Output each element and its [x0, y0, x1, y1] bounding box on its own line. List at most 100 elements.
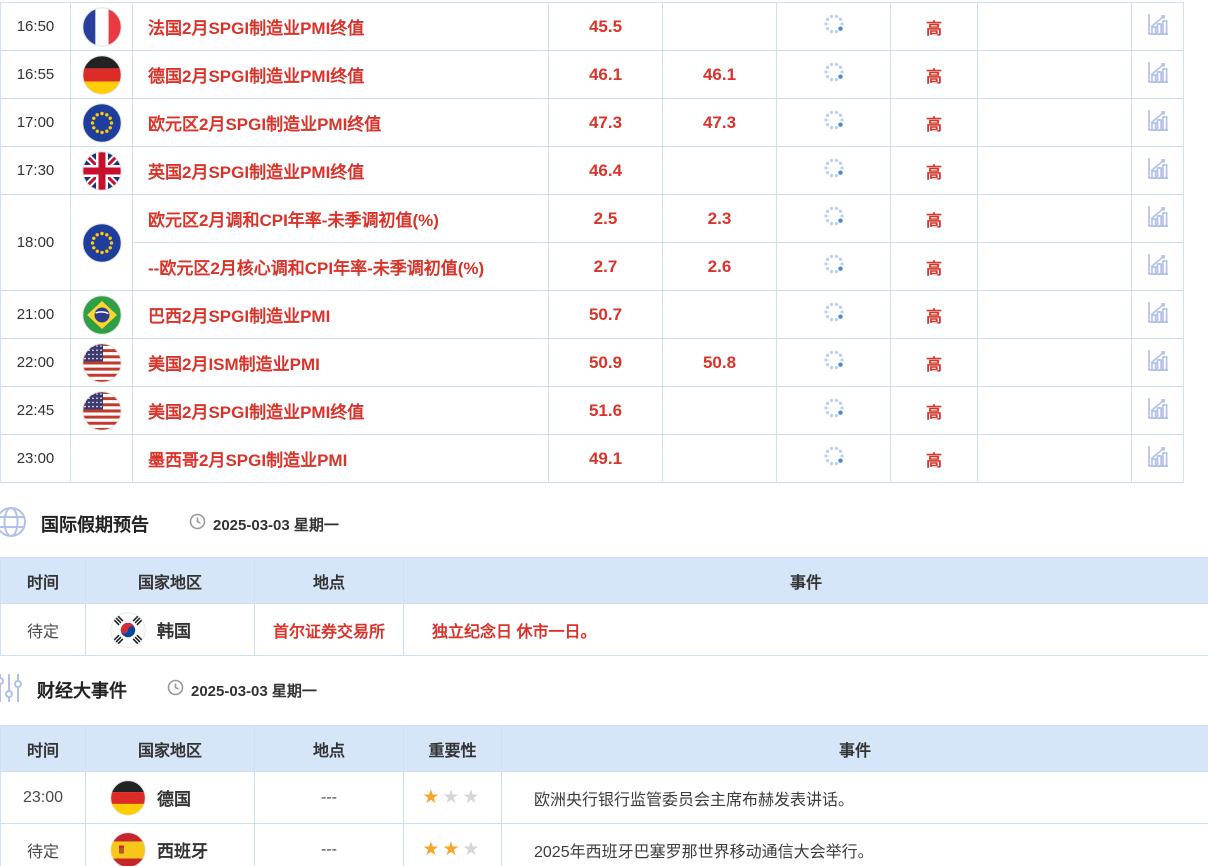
country-flag-cell: [71, 195, 133, 291]
chart-cell: [1132, 147, 1184, 195]
loading-spinner-icon: [822, 455, 846, 472]
economic-data-table: 16:50 法国2月SPGI制造业PMI终值45.5高 16:55 德国2月SP…: [0, 2, 1184, 483]
event-name-link[interactable]: 英国2月SPGI制造业PMI终值: [148, 163, 364, 182]
country-flag-cell: [71, 99, 133, 147]
event-time: 16:50: [1, 3, 71, 51]
country-flag-cell: [71, 435, 133, 483]
col-header-event: 事件: [404, 558, 1208, 604]
event-name-link[interactable]: 欧元区2月SPGI制造业PMI终值: [148, 115, 381, 134]
importance-level: 高: [891, 147, 978, 195]
col-header-time: 时间: [1, 558, 86, 604]
importance-level: 高: [891, 339, 978, 387]
economic-calendar-page: 16:50 法国2月SPGI制造业PMI终值45.5高 16:55 德国2月SP…: [0, 0, 1208, 866]
forecast-value: 2.6: [663, 243, 777, 291]
bar-chart-icon[interactable]: [1144, 395, 1171, 422]
globe-icon: [0, 504, 29, 545]
col-header-location: 地点: [255, 726, 404, 772]
chart-cell: [1132, 99, 1184, 147]
chart-cell: [1132, 291, 1184, 339]
star-icon: ★: [463, 787, 483, 808]
event-location: ---: [255, 824, 404, 866]
country-flag-cell: [71, 147, 133, 195]
country-flag-cell: [71, 339, 133, 387]
effect-cell: [978, 339, 1132, 387]
holiday-date-text: 2025-03-03 星期一: [213, 514, 339, 535]
events-date-text: 2025-03-03 星期一: [191, 680, 317, 701]
published-value-cell: [777, 195, 891, 243]
holiday-section-header: 国际假期预告 2025-03-03 星期一: [0, 502, 339, 546]
importance-level: 高: [891, 435, 978, 483]
event-name-link[interactable]: 法国2月SPGI制造业PMI终值: [148, 19, 364, 38]
effect-cell: [978, 195, 1132, 243]
forecast-value: [663, 435, 777, 483]
country-flag-cell: [71, 51, 133, 99]
event-name-cell: 墨西哥2月SPGI制造业PMI: [133, 435, 549, 483]
holiday-date: 2025-03-03 星期一: [189, 513, 339, 535]
country-flag-cell: [71, 291, 133, 339]
bar-chart-icon[interactable]: [1144, 443, 1171, 470]
holiday-time: 待定: [1, 604, 86, 656]
loading-spinner-icon: [822, 119, 846, 136]
events-table-header-row: 时间 国家地区 地点 重要性 事件: [1, 726, 1208, 772]
event-time: 17:30: [1, 147, 71, 195]
event-name-cell: 美国2月SPGI制造业PMI终值: [133, 387, 549, 435]
bar-chart-icon[interactable]: [1144, 251, 1171, 278]
col-header-event: 事件: [502, 726, 1208, 772]
holiday-country-cell: 韩国: [86, 604, 255, 656]
bar-chart-icon[interactable]: [1144, 107, 1171, 134]
importance-level: 高: [891, 99, 978, 147]
forecast-value: [663, 291, 777, 339]
event-name-link[interactable]: 欧元区2月调和CPI年率-未季调初值(%): [148, 211, 439, 230]
previous-value: 49.1: [549, 435, 663, 483]
bar-chart-icon[interactable]: [1144, 347, 1171, 374]
economic-event-row: 17:00 欧元区2月SPGI制造业PMI终值47.347.3高: [1, 99, 1184, 147]
forecast-value: 50.8: [663, 339, 777, 387]
event-name-link[interactable]: 美国2月SPGI制造业PMI终值: [148, 403, 364, 422]
effect-cell: [978, 147, 1132, 195]
event-name-cell: 欧元区2月SPGI制造业PMI终值: [133, 99, 549, 147]
col-header-importance: 重要性: [404, 726, 502, 772]
events-table: 时间 国家地区 地点 重要性 事件 23:00 德国---★★★欧洲央行银行监管…: [0, 725, 1208, 866]
bar-chart-icon[interactable]: [1144, 59, 1171, 86]
event-name-link[interactable]: 巴西2月SPGI制造业PMI: [148, 307, 330, 326]
effect-cell: [978, 99, 1132, 147]
loading-spinner-icon: [822, 407, 846, 424]
country-name: 西班牙: [157, 837, 208, 862]
bar-chart-icon[interactable]: [1144, 203, 1171, 230]
event-name-link[interactable]: --欧元区2月核心调和CPI年率-未季调初值(%): [148, 259, 484, 278]
previous-value: 50.9: [549, 339, 663, 387]
financial-event-row: 待定 西班牙---★★★2025年西班牙巴塞罗那世界移动通信大会举行。: [1, 824, 1208, 866]
published-value-cell: [777, 243, 891, 291]
country-flag-cell: [71, 3, 133, 51]
event-name-cell: 美国2月ISM制造业PMI: [133, 339, 549, 387]
bar-chart-icon[interactable]: [1144, 155, 1171, 182]
country-name: 韩国: [157, 617, 191, 642]
bar-chart-icon[interactable]: [1144, 299, 1171, 326]
event-name-cell: 巴西2月SPGI制造业PMI: [133, 291, 549, 339]
loading-spinner-icon: [822, 263, 846, 280]
event-country-cell: 德国: [86, 772, 255, 824]
forecast-value: 2.3: [663, 195, 777, 243]
previous-value: 47.3: [549, 99, 663, 147]
bar-chart-icon[interactable]: [1144, 11, 1171, 38]
event-name-link[interactable]: 德国2月SPGI制造业PMI终值: [148, 67, 364, 86]
event-time: 23:00: [1, 435, 71, 483]
published-value-cell: [777, 339, 891, 387]
col-header-location: 地点: [255, 558, 404, 604]
published-value-cell: [777, 99, 891, 147]
holiday-table: 时间 国家地区 地点 事件 待定 韩国首尔证券交易所独立纪念日 休市一日。: [0, 557, 1208, 656]
effect-cell: [978, 387, 1132, 435]
published-value-cell: [777, 387, 891, 435]
event-name-cell: --欧元区2月核心调和CPI年率-未季调初值(%): [133, 243, 549, 291]
importance-level: 高: [891, 243, 978, 291]
holiday-table-header-row: 时间 国家地区 地点 事件: [1, 558, 1208, 604]
economic-event-row: 17:30 英国2月SPGI制造业PMI终值46.4高: [1, 147, 1184, 195]
importance-level: 高: [891, 51, 978, 99]
event-name-link[interactable]: 美国2月ISM制造业PMI: [148, 355, 320, 374]
holiday-table-body: 待定 韩国首尔证券交易所独立纪念日 休市一日。: [1, 604, 1208, 656]
event-name-link[interactable]: 墨西哥2月SPGI制造业PMI: [148, 451, 347, 470]
importance-level: 高: [891, 387, 978, 435]
clock-icon: [167, 679, 184, 701]
economic-event-row: --欧元区2月核心调和CPI年率-未季调初值(%)2.72.6高: [1, 243, 1184, 291]
previous-value: 2.5: [549, 195, 663, 243]
